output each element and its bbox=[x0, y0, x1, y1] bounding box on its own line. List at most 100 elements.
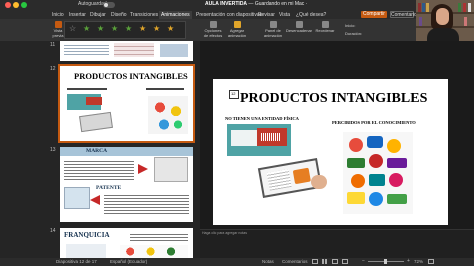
tab-transiciones[interactable]: Transiciones bbox=[128, 11, 160, 19]
current-slide[interactable]: 12 PRODUCTOS INTANGIBLES NO TIENEN UNA E… bbox=[213, 79, 448, 225]
share-button[interactable]: Compartir bbox=[361, 11, 387, 18]
comments-toggle[interactable]: Comentarios bbox=[282, 259, 308, 264]
notes-placeholder[interactable]: Haga clic para agregar notas bbox=[202, 231, 247, 235]
animation-pane-label: Panel de animación bbox=[263, 28, 283, 38]
trigger-button[interactable]: Desencadenar bbox=[286, 21, 312, 34]
tab-inicio[interactable]: Inicio bbox=[50, 11, 66, 19]
animation-grow-icon[interactable]: ★ bbox=[167, 25, 175, 33]
thumb-patente-image bbox=[64, 187, 90, 209]
tickets-image[interactable] bbox=[227, 124, 291, 156]
slide-title[interactable]: PRODUCTOS INTANGIBLES bbox=[240, 91, 427, 107]
autosave-toggle[interactable] bbox=[103, 2, 115, 8]
normal-view-icon[interactable] bbox=[312, 259, 318, 264]
book bbox=[458, 3, 461, 12]
logo-circle bbox=[347, 192, 365, 204]
thumb-tablet-image bbox=[79, 111, 113, 133]
duration-label: Duración: bbox=[345, 31, 363, 36]
thumb-franquicia-image bbox=[66, 244, 106, 258]
minimize-window-icon[interactable] bbox=[13, 2, 19, 8]
slideshow-icon[interactable] bbox=[342, 259, 348, 264]
thumb-marca-image bbox=[154, 157, 188, 182]
webcam-overlay bbox=[416, 0, 474, 45]
book bbox=[426, 3, 429, 12]
slide-number: 12 bbox=[50, 66, 56, 72]
slide-thumbnail-13[interactable]: MARCA PATENTE bbox=[60, 147, 193, 222]
slide-number-box: 12 bbox=[229, 90, 239, 99]
preview-label: Vista previa bbox=[52, 28, 64, 38]
animation-fly-in-icon[interactable]: ★ bbox=[111, 25, 119, 33]
zoom-slider-handle[interactable] bbox=[384, 259, 387, 264]
start-label: Inicio: bbox=[345, 23, 356, 28]
notes-toggle[interactable]: Notas bbox=[262, 259, 274, 264]
slide-thumbnail-14[interactable]: FRANQUICIA bbox=[60, 228, 193, 258]
animation-none-icon[interactable]: ☆ bbox=[69, 25, 77, 33]
logo-circle bbox=[351, 174, 365, 188]
logo-circle bbox=[387, 158, 407, 168]
book bbox=[463, 3, 466, 12]
slide-sorter-icon[interactable] bbox=[322, 259, 328, 264]
close-window-icon[interactable] bbox=[5, 2, 11, 8]
thumb-caption-left bbox=[67, 88, 107, 90]
preview-button[interactable]: Vista previa bbox=[52, 21, 64, 38]
document-title: AULA INVERTIDA — Guardando en mi Mac · bbox=[205, 1, 307, 7]
thumb-patente-title: PATENTE bbox=[96, 185, 122, 191]
tablet-screen-doc bbox=[266, 169, 292, 191]
animation-float-in-icon[interactable]: ★ bbox=[125, 25, 133, 33]
person-face bbox=[436, 8, 449, 25]
animation-pane-icon bbox=[269, 21, 277, 28]
add-animation-button[interactable]: Agregar animación bbox=[226, 21, 248, 38]
language-indicator[interactable]: Español (Ecuador) bbox=[110, 259, 147, 264]
tell-me-search[interactable]: ¿Qué desea? bbox=[294, 11, 328, 19]
slide-number: 11 bbox=[50, 42, 56, 48]
add-animation-label: Agregar animación bbox=[227, 28, 247, 38]
animation-appear-icon[interactable]: ★ bbox=[83, 25, 91, 33]
document-status: — Guardando en mi Mac · bbox=[247, 1, 308, 7]
logo-circle bbox=[387, 194, 407, 204]
effect-options-label: Opciones de efectos bbox=[203, 28, 223, 38]
zoom-window-icon[interactable] bbox=[21, 2, 27, 8]
zoom-in-icon[interactable]: + bbox=[407, 258, 410, 264]
thumb-table bbox=[114, 43, 154, 57]
animation-gallery[interactable]: ☆ ★ ★ ★ ★ ★ ★ ★ bbox=[64, 21, 186, 39]
reorder-button[interactable]: Reordenar bbox=[314, 21, 336, 34]
thumb-marca-text bbox=[64, 159, 134, 181]
book bbox=[422, 3, 425, 12]
animation-pulse-icon[interactable]: ★ bbox=[139, 25, 147, 33]
effect-options-button[interactable]: Opciones de efectos bbox=[202, 21, 224, 38]
hand-image bbox=[311, 175, 327, 189]
book bbox=[468, 3, 471, 12]
tab-dibujar[interactable]: Dibujar bbox=[88, 11, 108, 19]
tab-revisar[interactable]: Revisar bbox=[256, 11, 277, 19]
fit-to-window-icon[interactable] bbox=[428, 259, 434, 264]
slide-thumbnail-11[interactable] bbox=[60, 41, 193, 61]
logo-circle bbox=[367, 136, 383, 148]
logo-circle bbox=[369, 174, 385, 186]
tab-vista[interactable]: Vista bbox=[277, 11, 292, 19]
book bbox=[419, 17, 422, 26]
slide-caption-right[interactable]: PERCIBIDOS POR EL CONOCIMIENTO bbox=[332, 120, 416, 125]
slide-caption-left[interactable]: NO TIENEN UNA ENTIDAD FÍSICA bbox=[225, 116, 299, 121]
logo-circle bbox=[387, 139, 401, 153]
tab-presentacion[interactable]: Presentación con diapositivas bbox=[194, 11, 264, 19]
brand-logos-image[interactable] bbox=[343, 132, 413, 214]
zoom-level[interactable]: 72% bbox=[414, 259, 423, 264]
slide-number: 13 bbox=[50, 147, 56, 153]
thumb-logos-image bbox=[148, 96, 188, 134]
reading-view-icon[interactable] bbox=[332, 259, 338, 264]
play-preview-icon bbox=[54, 21, 62, 28]
add-animation-icon bbox=[233, 21, 241, 28]
tab-insertar[interactable]: Insertar bbox=[67, 11, 88, 19]
zoom-out-icon[interactable]: − bbox=[362, 258, 365, 264]
slide-thumbnail-12[interactable]: PRODUCTOS INTANGIBLES bbox=[58, 64, 195, 143]
tab-diseno[interactable]: Diseño bbox=[109, 11, 129, 19]
comments-button[interactable]: Comentarios bbox=[390, 11, 419, 18]
thumb-text-block bbox=[64, 43, 109, 57]
trigger-icon bbox=[295, 21, 303, 28]
animation-fade-icon[interactable]: ★ bbox=[97, 25, 105, 33]
animation-spin-icon[interactable]: ★ bbox=[153, 25, 161, 33]
thumb-patente-text bbox=[104, 193, 189, 215]
effect-options-icon bbox=[209, 21, 217, 28]
animation-pane-button[interactable]: Panel de animación bbox=[262, 21, 284, 38]
thumb-red-arrow bbox=[90, 195, 100, 205]
book bbox=[464, 17, 467, 26]
